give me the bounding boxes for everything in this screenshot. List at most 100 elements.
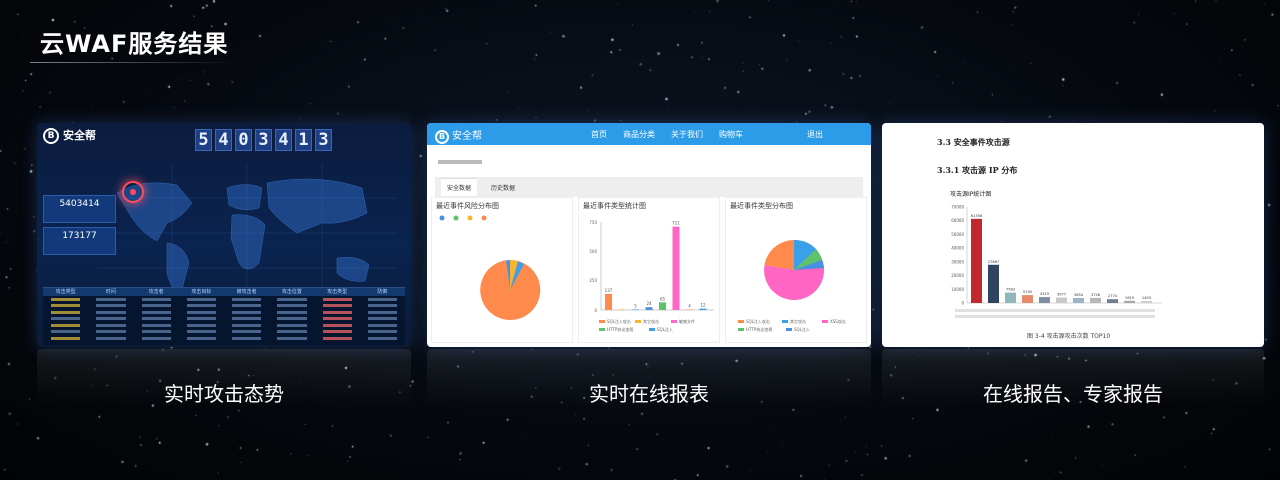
column-header: 被攻击者 xyxy=(236,289,257,295)
type-bar-panel: 最近事件类型统计图 750 500 250 0 137 5 24 65 711 4 12 S… xyxy=(578,197,720,343)
bar-value-label: 5740 xyxy=(1023,290,1033,294)
chart-title: 攻击源IP统计图 xyxy=(950,191,992,198)
bar-value-label: 4 xyxy=(688,304,691,309)
tab-history-data[interactable]: 历史数据 xyxy=(485,179,521,196)
counter-digit: 0 xyxy=(235,129,252,151)
bar-value-label: 1493 xyxy=(1142,296,1151,300)
risk-pie-chart xyxy=(439,215,541,320)
report-heading: 3.3 安全事件攻击源 xyxy=(937,137,1010,147)
nav-about[interactable]: 关于我们 xyxy=(671,129,703,140)
counter-digit: 3 xyxy=(255,129,272,151)
bar xyxy=(1107,299,1118,303)
bar xyxy=(645,307,653,310)
counter-digit: 4 xyxy=(215,129,232,151)
logo-icon: B xyxy=(435,130,449,144)
legend-label: XSS攻击 xyxy=(830,318,846,324)
bar-value-label: 2774 xyxy=(1108,294,1118,298)
y-tick: 50000 xyxy=(951,232,964,237)
y-tick: 750 xyxy=(589,220,597,225)
bar xyxy=(1056,297,1067,303)
logo-icon: B xyxy=(43,128,59,144)
legend-label: 其它攻击 xyxy=(790,318,806,324)
tab-security-data[interactable]: 安全数据 xyxy=(441,178,478,196)
nav-cart[interactable]: 购物车 xyxy=(719,129,743,140)
bar xyxy=(971,218,982,303)
stat-value: 173177 xyxy=(62,231,97,241)
column-header: 攻击位置 xyxy=(281,289,302,295)
attack-counter: 5 4 0 3 4 1 3 xyxy=(195,129,332,151)
y-tick: 250 xyxy=(589,278,597,283)
bar-value-label: 27867 xyxy=(988,260,999,264)
y-tick: 40000 xyxy=(951,246,964,251)
counter-digit: 4 xyxy=(275,129,292,151)
page-title: 云WAF服务结果 xyxy=(40,30,229,58)
bar xyxy=(672,226,680,310)
bar xyxy=(605,293,612,310)
bar-value-label: 65 xyxy=(660,296,666,301)
y-tick: 500 xyxy=(589,249,597,254)
column-header: 攻击目标 xyxy=(191,289,212,295)
bar-value-label: 137 xyxy=(605,288,613,293)
bar xyxy=(1124,300,1135,303)
legend-label: 其它攻击 xyxy=(643,318,659,324)
table-header: 攻击类型 时间 攻击者 攻击目标 被攻击者 攻击位置 攻击类型 防御 xyxy=(43,288,405,296)
bar-value-label: 61356 xyxy=(971,214,983,218)
legend-label: HTTP协议违规 xyxy=(607,326,633,332)
today-attacks-stat: 173177 xyxy=(43,227,116,255)
bar xyxy=(1022,295,1033,303)
logo: B 安全帮 xyxy=(43,127,96,144)
attack-dashboard-card[interactable]: B 安全帮 5 4 0 3 4 1 3 5403414 173177 攻击类型 … xyxy=(37,123,411,347)
legend: SQL注入攻击 其它攻击 XSS攻击 HTTP协议违规 SQL注入 xyxy=(738,318,846,332)
y-tick: 0 xyxy=(594,308,597,313)
y-tick: 70000 xyxy=(951,205,964,210)
legend-dots xyxy=(439,215,487,221)
pie-slice xyxy=(764,240,794,270)
bar xyxy=(699,308,707,310)
type-pie-chart: SQL注入攻击 其它攻击 XSS攻击 HTTP协议违规 SQL注入 xyxy=(738,239,846,332)
y-tick: 0 xyxy=(961,301,964,306)
bar xyxy=(618,309,626,310)
y-axis-ticks: 70000 60000 50000 40000 30000 20000 10000 0 xyxy=(951,205,964,306)
caption-realtime-report: 实时在线报表 xyxy=(589,382,709,406)
bar-value-label: 3654 xyxy=(1074,293,1084,297)
counter-digit: 3 xyxy=(315,129,332,151)
caption-realtime-attack: 实时攻击态势 xyxy=(164,382,284,406)
bar-value-label: 7583 xyxy=(1006,288,1015,292)
legend-label: 敏感文件 xyxy=(679,318,695,324)
logo-text: 安全帮 xyxy=(452,131,482,142)
type-bar-chart: 750 500 250 0 137 5 24 65 711 4 12 SQL注入攻击 其它攻… xyxy=(589,220,714,332)
risk-pie-panel: 最近事件风险分布图 xyxy=(431,197,573,343)
y-tick: 10000 xyxy=(951,287,964,292)
y-tick: 20000 xyxy=(951,273,964,278)
bar-value-label: 3726 xyxy=(1091,293,1101,297)
legend xyxy=(955,309,1155,318)
bar xyxy=(1039,297,1050,303)
top-nav: 首页 商品分类 关于我们 购物车 退出 xyxy=(591,129,823,140)
legend-label: SQL注入攻击 xyxy=(746,318,770,324)
column-header: 攻击类型 xyxy=(55,289,76,295)
bar-value-label: 12 xyxy=(700,303,706,308)
bar xyxy=(686,309,693,311)
table-row xyxy=(43,335,405,342)
caption-online-report: 在线报告、专家报告 xyxy=(983,382,1163,406)
nav-home[interactable]: 首页 xyxy=(591,129,607,140)
tab-bar: 安全数据 历史数据 xyxy=(435,177,863,197)
expert-report-card[interactable]: 3.3 安全事件攻击源 3.3.1 攻击源 IP 分布 攻击源IP统计图 700… xyxy=(882,123,1264,347)
online-report-card[interactable]: B 安全帮 首页 商品分类 关于我们 购物车 退出 安全数据 历史数据 最近事件风… xyxy=(427,123,871,347)
title-underline xyxy=(30,62,240,63)
bar xyxy=(1005,292,1016,303)
bar xyxy=(659,302,666,310)
column-header: 攻击类型 xyxy=(327,289,348,295)
bars: 61356 27867 7583 5740 4319 3977 3654 3726 2774 16… xyxy=(971,214,1152,303)
legend-label: SQL注入 xyxy=(657,326,673,332)
logo: B 安全帮 xyxy=(435,127,482,144)
world-map xyxy=(97,163,397,303)
breadcrumb-blurred xyxy=(438,159,482,164)
nav-categories[interactable]: 商品分类 xyxy=(623,129,655,140)
nav-logout[interactable]: 退出 xyxy=(807,129,823,140)
legend-label: SQL注入 xyxy=(794,326,810,332)
bar-value-label: 1619 xyxy=(1125,296,1135,300)
type-pie-panel: 最近事件类型分布图 SQL注入攻击 其它攻击 XSS攻击 HTTP协议违规 SQ… xyxy=(725,197,867,343)
attack-hotspot-marker xyxy=(122,181,144,203)
legend: SQL注入攻击 其它攻击 敏感文件 HTTP协议违规 SQL注入 xyxy=(599,318,695,332)
